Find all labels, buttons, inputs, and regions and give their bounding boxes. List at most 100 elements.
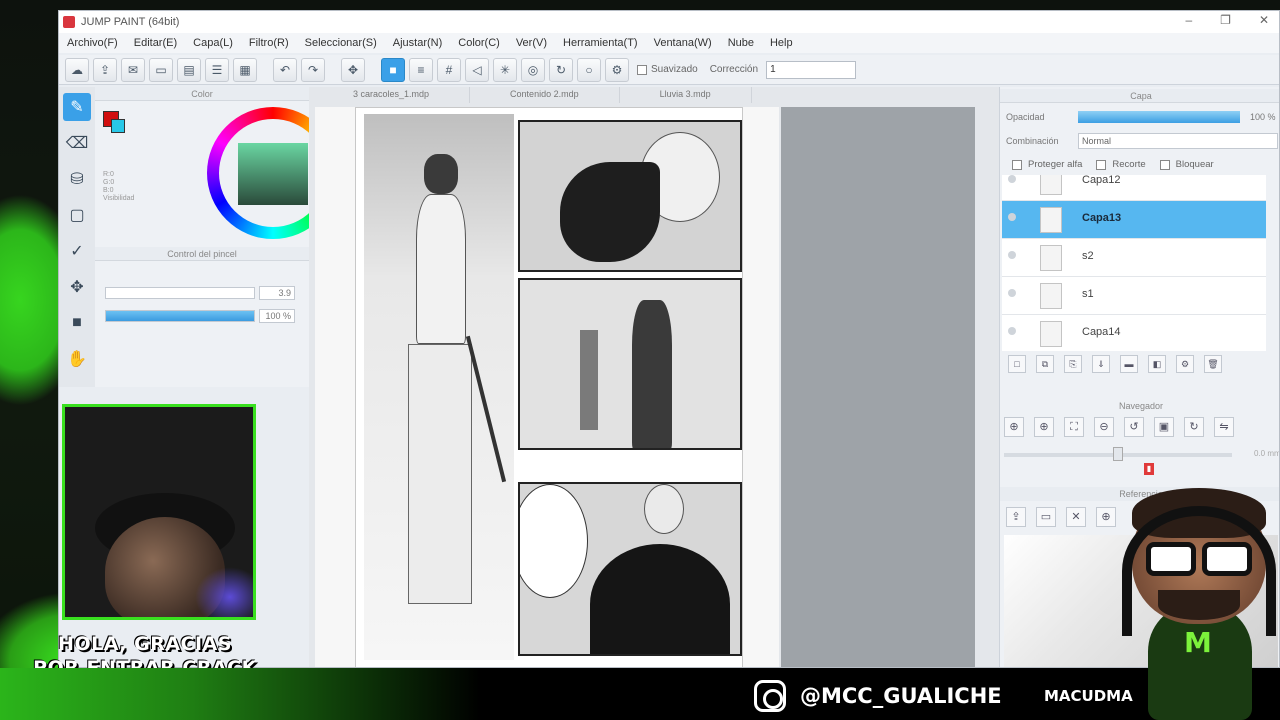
layer-visibility-icon[interactable] [1008,251,1016,259]
correction-input[interactable]: 1 [766,60,857,79]
background-color-swatch[interactable] [111,119,125,133]
snap-grid-icon[interactable]: # [437,57,461,82]
brush-opacity-value[interactable]: 100 % [259,309,295,323]
close-button[interactable]: ✕ [1259,13,1269,27]
zoom-out-icon[interactable]: ⊖ [1094,417,1114,437]
layer-item-capa14[interactable]: Capa14 [1002,315,1266,351]
zoom-plus-icon[interactable]: ⊕ [1034,417,1054,437]
layer-thumbnail [1040,207,1062,233]
new-layer-icon[interactable]: □ [1008,355,1026,373]
brush-opacity-slider[interactable] [105,310,255,322]
undo-icon[interactable]: ↶ [273,57,297,82]
menu-ver[interactable]: Ver(V) [508,37,555,49]
menu-herramienta[interactable]: Herramienta(T) [555,37,646,49]
greeting-line-1: HOLA, GRACIAS [58,633,232,655]
canvas-paper[interactable] [315,107,779,667]
menu-help[interactable]: Help [762,37,801,49]
eraser-tool-icon[interactable]: ⌫ [63,129,91,157]
smoothing-control[interactable]: Suavizado [637,64,698,75]
reference-zoom-icon[interactable]: ⊕ [1096,507,1116,527]
tab-document-2[interactable]: Contenido 2.mdp [470,87,620,103]
snap-off-icon[interactable]: ■ [381,57,405,82]
folder-icon[interactable]: ▬ [1120,355,1138,373]
delete-layer-icon[interactable]: 🗑 [1204,355,1222,373]
canvas-area[interactable]: 3 caracoles_1.mdp Contenido 2.mdp Lluvia… [309,87,999,667]
menu-archivo[interactable]: Archivo(F) [59,37,126,49]
color-saturation-square[interactable] [238,143,308,205]
menu-color[interactable]: Color(C) [450,37,508,49]
transform-icon[interactable]: ✥ [341,57,365,82]
menu-editar[interactable]: Editar(E) [126,37,185,49]
smoothing-checkbox[interactable] [637,64,647,75]
page-icon[interactable]: ▤ [177,57,201,82]
rotate-right-icon[interactable]: ↻ [1184,417,1204,437]
pen-tool-icon[interactable]: ✎ [63,93,91,121]
snap-radial-icon[interactable]: ✳ [493,57,517,82]
export-icon[interactable]: ⇪ [93,57,117,82]
bucket-tool-icon[interactable]: ⛁ [63,165,91,193]
reference-close-icon[interactable]: ✕ [1066,507,1086,527]
snap-curve-icon[interactable]: ↻ [549,57,573,82]
layer-visibility-icon[interactable] [1008,175,1016,183]
comment-icon[interactable]: ✉ [121,57,145,82]
protect-alpha-option[interactable]: Proteger alfa [1012,159,1082,170]
merge-layer-icon[interactable]: ⇓ [1092,355,1110,373]
layer-item-capa12[interactable]: Capa12 [1002,175,1266,201]
menu-filtro[interactable]: Filtro(R) [241,37,297,49]
mask-icon[interactable]: ◧ [1148,355,1166,373]
list-icon[interactable]: ☰ [205,57,229,82]
reference-open-icon[interactable]: ▭ [1036,507,1056,527]
layer-item-s1[interactable]: s1 [1002,277,1266,315]
layer-visibility-icon[interactable] [1008,289,1016,297]
copy-layer-icon[interactable]: ⎘ [1064,355,1082,373]
comic-page[interactable] [355,107,743,667]
menu-seleccionar[interactable]: Seleccionar(S) [297,37,385,49]
lock-option[interactable]: Bloquear [1159,159,1214,170]
menu-nube[interactable]: Nube [720,37,762,49]
shape-tool-icon[interactable]: ■ [63,309,91,337]
social-handle: @MCC_GUALICHE [800,684,1002,708]
menu-ventana[interactable]: Ventana(W) [646,37,720,49]
snap-ellipse-icon[interactable]: ○ [577,57,601,82]
move-tool-icon[interactable]: ✥ [63,273,91,301]
tab-document-3[interactable]: Lluvia 3.mdp [620,87,752,103]
layer-item-s2[interactable]: s2 [1002,239,1266,277]
reset-view-icon[interactable]: ▣ [1154,417,1174,437]
layer-opacity-slider[interactable] [1078,111,1240,123]
menu-capa[interactable]: Capa(L) [185,37,241,49]
cloud-icon[interactable]: ☁ [65,57,89,82]
zoom-in-icon[interactable]: ⊕ [1004,417,1024,437]
fit-window-icon[interactable]: ⛶ [1064,417,1084,437]
layer-visibility-icon[interactable] [1008,213,1016,221]
rotate-left-icon[interactable]: ↺ [1124,417,1144,437]
brush-size-slider[interactable] [105,287,255,299]
check-tool-icon[interactable]: ✓ [63,237,91,265]
duplicate-layer-icon[interactable]: ⧉ [1036,355,1054,373]
flip-icon[interactable]: ⇋ [1214,417,1234,437]
snap-settings-icon[interactable]: ⚙ [605,57,629,82]
hand-tool-icon[interactable]: ✋ [63,345,91,373]
blend-mode-select[interactable]: Normal [1078,133,1278,149]
webcam-feed [62,404,256,620]
snap-perspective-icon[interactable]: ◁ [465,57,489,82]
lock-checkbox[interactable] [1159,159,1170,170]
clipping-checkbox[interactable] [1096,159,1107,170]
select-rect-tool-icon[interactable]: ▢ [63,201,91,229]
snap-circle-icon[interactable]: ◎ [521,57,545,82]
maximize-button[interactable]: ❐ [1220,13,1231,27]
minimize-button[interactable]: – [1185,13,1192,27]
layer-settings-icon[interactable]: ⚙ [1176,355,1194,373]
grid-icon[interactable]: ▦ [233,57,257,82]
redo-icon[interactable]: ↷ [301,57,325,82]
layer-visibility-icon[interactable] [1008,327,1016,335]
snap-parallel-icon[interactable]: ≡ [409,57,433,82]
layer-item-capa13[interactable]: Capa13 [1002,201,1266,239]
menu-ajustar[interactable]: Ajustar(N) [385,37,451,49]
reference-upload-icon[interactable]: ⇪ [1006,507,1026,527]
monitor-icon[interactable]: ▭ [149,57,173,82]
brush-size-value[interactable]: 3.9 [259,286,295,300]
clipping-option[interactable]: Recorte [1096,159,1146,170]
protect-alpha-checkbox[interactable] [1012,159,1022,170]
tab-document-1[interactable]: 3 caracoles_1.mdp [313,87,471,103]
navigator-slider-handle[interactable] [1113,447,1123,461]
